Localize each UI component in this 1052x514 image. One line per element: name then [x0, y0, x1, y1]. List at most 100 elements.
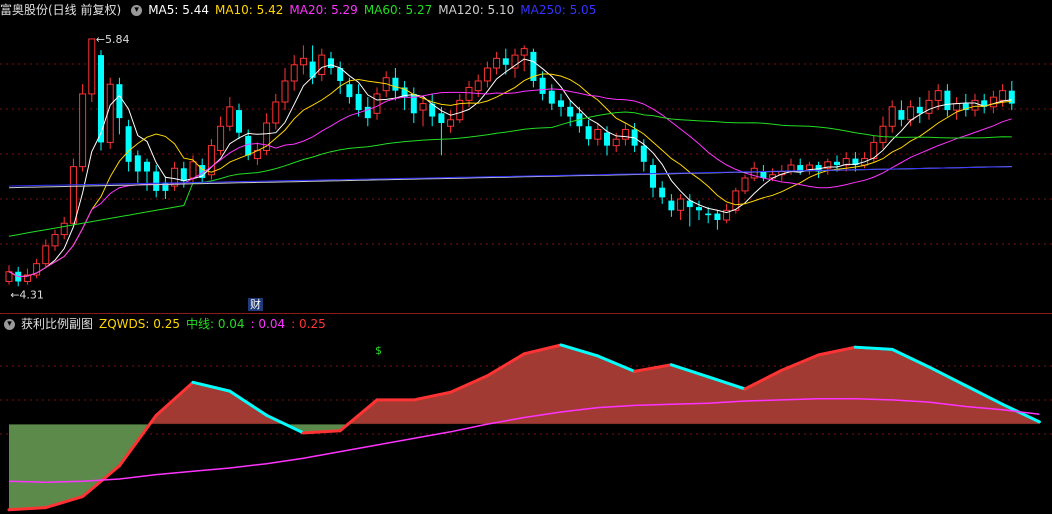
candle	[153, 165, 160, 198]
candle-body	[318, 54, 326, 76]
candle	[677, 194, 685, 221]
candle-body	[88, 38, 96, 95]
candle	[483, 61, 491, 88]
candle	[585, 119, 592, 146]
indicator-legend-item-0: ZQWDS: 0.25	[99, 317, 180, 331]
candle	[69, 158, 77, 227]
candle-body	[346, 84, 353, 98]
candle-body	[153, 171, 160, 191]
candle-body	[207, 145, 215, 176]
indicator-values: ZQWDS: 0.25 中线: 0.04: 0.04: 0.25	[99, 317, 332, 331]
candle-body	[245, 135, 252, 156]
candle-body	[493, 57, 501, 69]
candle	[530, 48, 537, 88]
candle	[714, 210, 721, 230]
candle-body	[650, 165, 656, 188]
candle	[199, 158, 206, 183]
candle-body	[134, 155, 141, 172]
candle	[456, 93, 464, 124]
candle	[392, 68, 399, 101]
candle	[548, 84, 555, 111]
chevron-down-icon[interactable]: ▾	[4, 319, 15, 330]
candle	[879, 116, 887, 149]
candle-body	[834, 161, 840, 166]
candle	[410, 87, 417, 124]
chevron-down-icon[interactable]: ▾	[131, 5, 143, 16]
candle	[207, 139, 215, 180]
ma10-line	[8, 73, 1012, 278]
candle	[898, 100, 905, 127]
candle	[953, 97, 961, 120]
candle	[125, 119, 132, 172]
candle	[999, 84, 1007, 107]
candle-body	[217, 125, 225, 151]
candle	[520, 45, 528, 72]
candle-body	[741, 177, 749, 192]
candle	[971, 93, 979, 117]
candle	[741, 174, 749, 195]
candle	[226, 97, 234, 132]
candle-body	[474, 80, 482, 92]
indicator-legend: ▾ 获利比例副图 ZQWDS: 0.25 中线: 0.04: 0.04: 0.25	[0, 315, 338, 333]
candle-body	[392, 77, 399, 91]
candle-body	[299, 57, 307, 66]
ma250-line	[8, 166, 1012, 187]
candle	[723, 203, 731, 224]
candle-body	[116, 84, 123, 119]
candle	[419, 97, 427, 127]
candle	[981, 93, 988, 114]
high-price-label: ←5.84	[96, 33, 130, 46]
profit-ratio-chart[interactable]: $	[0, 332, 1052, 514]
candle	[337, 61, 344, 94]
candle	[171, 161, 179, 191]
candle	[88, 38, 96, 102]
candle	[281, 68, 289, 111]
candlestick-chart[interactable]: ←5.84 ←4.31	[0, 18, 1052, 316]
candle	[1008, 80, 1015, 111]
main-legend: 富奥股份(日线 前复权) ▾ MA5: 5.44 MA10: 5.42 MA20: 5.…	[0, 1, 608, 19]
candle-body	[999, 90, 1007, 101]
candle-body	[236, 110, 242, 133]
candle	[253, 142, 261, 166]
candle-body	[125, 126, 132, 162]
candle	[668, 194, 675, 217]
positive-area	[149, 345, 1040, 425]
candle-body	[668, 200, 675, 211]
candle	[805, 161, 813, 175]
candle-body	[144, 161, 150, 172]
indicator-legend-item-3: : 0.25	[291, 317, 326, 331]
candle-body	[106, 83, 114, 143]
candle	[438, 106, 445, 156]
candle	[944, 84, 951, 117]
candle-body	[520, 48, 528, 56]
candle-body	[888, 106, 896, 127]
candle	[144, 158, 150, 191]
candle-body	[419, 103, 427, 111]
candle	[447, 110, 455, 133]
candle-body	[189, 161, 197, 179]
candle-body	[659, 187, 666, 198]
candle	[659, 181, 666, 204]
ma-legend-item-3: MA60: 5.27	[363, 3, 433, 17]
candle-body	[585, 126, 592, 140]
candle	[429, 93, 436, 127]
candle-body	[502, 58, 509, 65]
candle-body	[594, 128, 602, 140]
candle	[5, 265, 13, 285]
candle	[318, 48, 326, 81]
candle	[60, 216, 68, 240]
candle-body	[714, 213, 721, 221]
candle	[373, 87, 381, 120]
candle	[925, 90, 933, 120]
candle-body	[604, 132, 610, 146]
candle	[217, 116, 225, 156]
candle-body	[612, 138, 620, 147]
stock-title: 富奥股份(日线 前复权)	[0, 3, 122, 17]
candle	[134, 150, 141, 183]
candle	[888, 100, 896, 133]
event-marker[interactable]: 财	[248, 298, 263, 311]
candle	[272, 93, 280, 130]
candle-body	[944, 90, 951, 111]
candle-body	[567, 106, 574, 117]
signal-label: $	[375, 344, 382, 357]
